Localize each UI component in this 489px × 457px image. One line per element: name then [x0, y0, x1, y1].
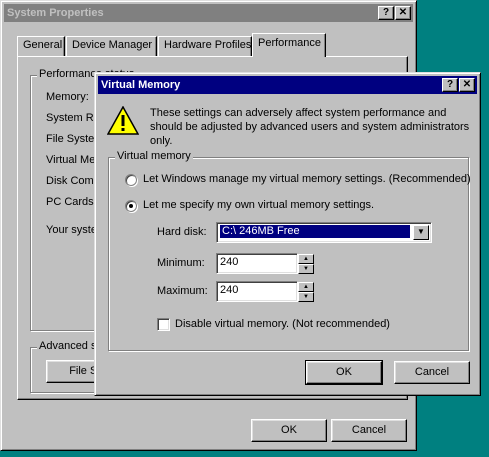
radio-specify-own-label[interactable]: Let me specify my own virtual memory set…: [143, 199, 374, 211]
virtual-memory-dialog: Virtual Memory ? ✕ These settings can ad…: [94, 72, 481, 396]
help-button[interactable]: ?: [442, 78, 458, 92]
maximum-input[interactable]: 240: [216, 281, 298, 302]
tab-device-manager[interactable]: Device Manager: [66, 36, 157, 56]
maximum-spin-down-icon[interactable]: ▼: [298, 292, 314, 302]
tab-performance[interactable]: Performance: [252, 33, 326, 57]
warning-icon: [107, 106, 139, 135]
warning-text: These settings can adversely affect syst…: [150, 107, 470, 147]
hard-disk-select[interactable]: C:\ 246MB Free ▼: [216, 222, 432, 243]
minimum-label: Minimum:: [157, 257, 205, 269]
maximum-label: Maximum:: [157, 285, 208, 297]
hard-disk-label: Hard disk:: [157, 226, 207, 238]
status-system-resources-label: System Re: [46, 112, 100, 124]
radio-windows-manage[interactable]: [125, 174, 137, 186]
virtual-memory-title: Virtual Memory: [101, 79, 181, 91]
tab-general[interactable]: General: [17, 36, 65, 56]
virtual-memory-cancel-button[interactable]: Cancel: [394, 361, 470, 384]
minimum-input[interactable]: 240: [216, 253, 298, 274]
minimum-spin-down-icon[interactable]: ▼: [298, 264, 314, 274]
virtual-memory-group-label: Virtual memory: [115, 150, 193, 162]
system-properties-ok-button[interactable]: OK: [251, 419, 327, 442]
close-button[interactable]: ✕: [395, 6, 411, 20]
help-button[interactable]: ?: [378, 6, 394, 20]
virtual-memory-titlebar[interactable]: Virtual Memory ? ✕: [98, 76, 477, 94]
maximum-spin-up-icon[interactable]: ▲: [298, 282, 314, 292]
system-properties-cancel-button[interactable]: Cancel: [331, 419, 407, 442]
tab-hardware-profiles[interactable]: Hardware Profiles: [158, 36, 252, 56]
close-button[interactable]: ✕: [459, 78, 475, 92]
status-summary-label: Your syster: [46, 224, 101, 236]
status-disk-compression-label: Disk Comp: [46, 175, 100, 187]
status-file-system-label: File Syster: [46, 133, 98, 145]
status-memory-label: Memory:: [46, 91, 89, 103]
hard-disk-value: C:\ 246MB Free: [220, 225, 410, 238]
virtual-memory-ok-button[interactable]: OK: [305, 360, 383, 385]
advanced-settings-label: Advanced s: [37, 340, 99, 352]
radio-specify-own[interactable]: [125, 200, 137, 212]
dropdown-arrow-icon[interactable]: ▼: [413, 225, 429, 240]
system-properties-titlebar[interactable]: System Properties ? ✕: [4, 4, 413, 22]
disable-virtual-memory-label[interactable]: Disable virtual memory. (Not recommended…: [175, 318, 390, 330]
status-virtual-memory-label: Virtual Mer: [46, 154, 99, 166]
system-properties-title: System Properties: [7, 7, 104, 19]
radio-windows-manage-label[interactable]: Let Windows manage my virtual memory set…: [143, 173, 471, 185]
minimum-spin-up-icon[interactable]: ▲: [298, 254, 314, 264]
disable-virtual-memory-checkbox[interactable]: [157, 318, 170, 331]
